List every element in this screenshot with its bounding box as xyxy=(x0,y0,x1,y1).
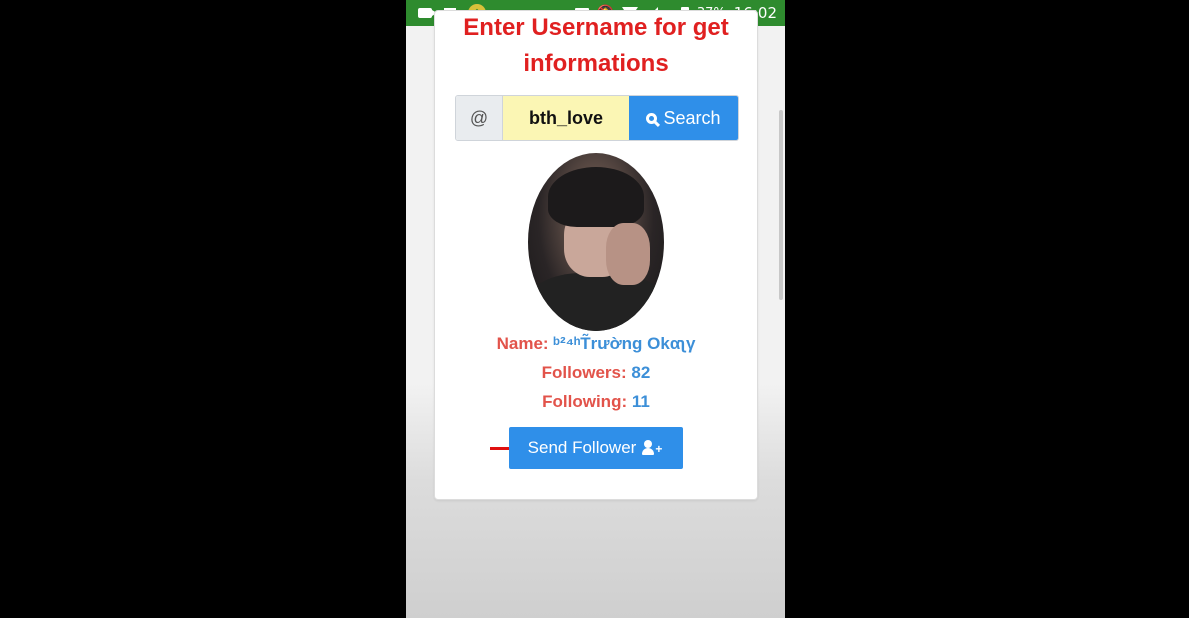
profile-name-row: Name: ᵇ²⁴ʰT̃rường Οkαʅγ xyxy=(435,334,757,354)
search-icon xyxy=(646,112,658,124)
followers-count: 82 xyxy=(631,363,651,382)
user-plus-head xyxy=(644,440,653,448)
at-sign-addon: @ xyxy=(456,96,503,140)
scrollbar[interactable] xyxy=(779,110,783,300)
name-label: Name: xyxy=(496,334,549,353)
username-input[interactable] xyxy=(503,96,629,140)
video-icon xyxy=(418,8,437,18)
name-value: ᵇ²⁴ʰT̃rường Οkαʅγ xyxy=(553,334,696,353)
avatar-hand xyxy=(606,223,650,285)
page-title-line2: informations xyxy=(523,50,669,77)
lookup-card: Enter Username for get informations @ Se… xyxy=(434,10,758,500)
send-follower-label: Send Follower xyxy=(527,438,637,457)
profile-avatar xyxy=(528,153,664,331)
search-button[interactable]: Search xyxy=(629,96,738,140)
following-count: 11 xyxy=(631,392,650,411)
user-plus-icon: + xyxy=(642,440,664,456)
avatar-hair xyxy=(548,167,644,227)
search-button-label: Search xyxy=(663,107,721,128)
following-row: Following: 11 xyxy=(435,392,757,412)
followers-label: Followers: xyxy=(541,363,627,382)
avatar-body xyxy=(528,273,664,331)
following-label: Following: xyxy=(542,392,628,411)
user-plus-shoulders xyxy=(642,448,655,455)
user-plus-sign: + xyxy=(655,442,663,456)
send-follower-button[interactable]: Send Follower + xyxy=(509,427,683,469)
followers-row: Followers: 82 xyxy=(435,363,757,383)
search-group: @ Search xyxy=(455,95,739,141)
page-title-line1: Enter Username for get xyxy=(463,14,729,41)
phone-screen: ⇧ 🔕 H 37% 16:02 Enter Username for get i… xyxy=(406,0,785,618)
